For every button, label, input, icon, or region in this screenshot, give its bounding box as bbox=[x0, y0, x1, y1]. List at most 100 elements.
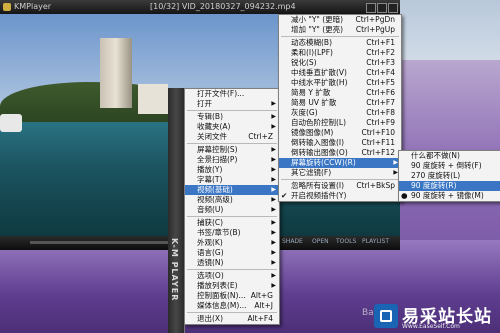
menu-item-open[interactable]: 打开 ▶ bbox=[185, 99, 279, 109]
menu-item-do-nothing[interactable]: 什么都不做(N) bbox=[399, 151, 500, 161]
menu-item-label: 播放列表(E) bbox=[197, 281, 238, 290]
banner-text: K-M PLAYER bbox=[170, 238, 179, 302]
menu-item-mirror[interactable]: 镜像图像(M) Ctrl+F10 bbox=[279, 128, 401, 138]
submenu-arrow-icon: ▶ bbox=[271, 249, 276, 256]
menu-item-rotate-90-flip[interactable]: 90 度旋转 + 倒转(F) bbox=[399, 161, 500, 171]
context-menu: 打开文件(F)... 打开 ▶ 专辑(B) ▶ 收藏夹(A) ▶ 关闭文件 Ctrl+Z… bbox=[184, 88, 280, 325]
playlist-button[interactable]: PLAYLIST bbox=[362, 238, 389, 245]
menu-item-audio[interactable]: 音频(U) ▶ bbox=[185, 205, 279, 215]
menu-item-playlist[interactable]: 播放列表(E) ▶ bbox=[185, 281, 279, 291]
menu-item-motion-blur[interactable]: 动态模糊(B) Ctrl+F1 bbox=[279, 38, 401, 48]
menu-item-label: 播放(Y) bbox=[197, 165, 223, 174]
menu-item-simple-uv-spread[interactable]: 简易 UV 扩散 Ctrl+F7 bbox=[279, 98, 401, 108]
menu-item-auto-levels[interactable]: 自动色阶控制(L) Ctrl+F9 bbox=[279, 118, 401, 128]
submenu-arrow-icon: ▶ bbox=[271, 219, 276, 226]
menu-item-label: 专辑(B) bbox=[197, 112, 223, 121]
menu-item-simple-y-spread[interactable]: 简易 Y 扩散 Ctrl+F6 bbox=[279, 88, 401, 98]
menu-item-label: 中线垂直扩散(V) bbox=[291, 68, 347, 77]
site-watermark: 易采站长站 Www.EaseSelf.Com bbox=[374, 300, 500, 333]
menu-item-vertical-spread[interactable]: 中线垂直扩散(V) Ctrl+F4 bbox=[279, 68, 401, 78]
menu-item-label: 外观(K) bbox=[197, 238, 223, 247]
menu-item-subtitles[interactable]: 字幕(T) ▶ bbox=[185, 175, 279, 185]
menu-item-soften[interactable]: 柔和(I)(LPF) Ctrl+F2 bbox=[279, 48, 401, 58]
close-icon[interactable] bbox=[388, 3, 398, 13]
menu-item-rotate-270[interactable]: 270 度旋转(L) bbox=[399, 171, 500, 181]
video-basic-submenu: 减小 "Y" (更暗) Ctrl+PgDn 增加 "Y" (更亮) Ctrl+PgU… bbox=[278, 14, 402, 202]
maximize-icon[interactable] bbox=[377, 3, 387, 13]
menu-item-screen-rotation[interactable]: 屏幕旋转(CCW)(R) ▶ bbox=[279, 158, 401, 168]
menu-item-options[interactable]: 选项(O) ▶ bbox=[185, 271, 279, 281]
menu-item-shortcut: Ctrl+F4 bbox=[366, 68, 395, 77]
checkmark-icon: ✔ bbox=[281, 191, 288, 200]
shade-button[interactable]: SHADE bbox=[282, 238, 303, 245]
menu-item-shortcut: Alt+J bbox=[254, 301, 273, 310]
menu-item-label: 忽略所有设置(I) bbox=[291, 181, 345, 190]
menu-item-label: 关闭文件 bbox=[197, 132, 227, 141]
menu-item-grayscale[interactable]: 灰度(G) Ctrl+F8 bbox=[279, 108, 401, 118]
menu-item-label: 视频(基础) bbox=[197, 185, 233, 194]
menu-item-ignore-settings[interactable]: 忽略所有设置(I) Ctrl+BkSp bbox=[279, 181, 401, 191]
menu-item-label: 选项(O) bbox=[197, 271, 224, 280]
menu-item-label: 柔和(I)(LPF) bbox=[291, 48, 333, 57]
title-bar[interactable]: KMPlayer [10/32] VID_20180327_094232.mp4 bbox=[0, 0, 400, 14]
submenu-arrow-icon: ▶ bbox=[271, 146, 276, 153]
menu-item-label: 锐化(S) bbox=[291, 58, 317, 67]
menu-item-label: 退出(X) bbox=[197, 314, 223, 323]
menu-item-shortcut: Alt+F4 bbox=[247, 314, 273, 323]
menu-item-label: 屏幕控制(S) bbox=[197, 145, 238, 154]
menu-item-shortcut: Ctrl+F9 bbox=[366, 118, 395, 127]
menu-item-lens[interactable]: 透镜(N) ▶ bbox=[185, 258, 279, 268]
menu-item-exit[interactable]: 退出(X) Alt+F4 bbox=[185, 314, 279, 324]
menu-item-decrease-y[interactable]: 减小 "Y" (更暗) Ctrl+PgDn bbox=[279, 15, 401, 25]
submenu-arrow-icon: ▶ bbox=[271, 166, 276, 173]
menu-item-label: 媒体信息(M)... bbox=[197, 301, 247, 310]
menu-item-control-panel[interactable]: 控制面板(N)... Alt+G bbox=[185, 291, 279, 301]
menu-item-video-basic[interactable]: 视频(基础) ▶ bbox=[185, 185, 279, 195]
menu-item-skin[interactable]: 外观(K) ▶ bbox=[185, 238, 279, 248]
menu-item-label: 270 度旋转(L) bbox=[411, 171, 461, 180]
menu-item-label: 动态模糊(B) bbox=[291, 38, 332, 47]
menu-item-rotate-90-mirror[interactable]: ● 90 度旋转 + 镜像(M) bbox=[399, 191, 500, 201]
menu-item-label: 音频(U) bbox=[197, 205, 224, 214]
submenu-arrow-icon: ▶ bbox=[271, 196, 276, 203]
menu-item-label: 增加 "Y" (更亮) bbox=[291, 25, 344, 34]
menu-item-label: 倒转输入图像(I) bbox=[291, 138, 345, 147]
menu-item-rotate-90[interactable]: 90 度旋转(R) bbox=[399, 181, 500, 191]
menu-item-horizontal-spread[interactable]: 中线水平扩散(H) Ctrl+F5 bbox=[279, 78, 401, 88]
menu-item-close-file[interactable]: 关闭文件 Ctrl+Z bbox=[185, 132, 279, 142]
menu-item-label: 打开文件(F)... bbox=[197, 89, 245, 98]
menu-item-shortcut: Ctrl+F1 bbox=[366, 38, 395, 47]
menu-item-media-info[interactable]: 媒体信息(M)... Alt+J bbox=[185, 301, 279, 311]
menu-item-playback[interactable]: 播放(Y) ▶ bbox=[185, 165, 279, 175]
menu-separator bbox=[187, 216, 277, 217]
menu-item-label: 灰度(G) bbox=[291, 108, 318, 117]
menu-item-label: 语言(G) bbox=[197, 248, 224, 257]
menu-item-label: 90 度旋转 + 倒转(F) bbox=[411, 161, 482, 170]
menu-item-album[interactable]: 专辑(B) ▶ bbox=[185, 112, 279, 122]
menu-item-label: 打开 bbox=[197, 99, 212, 108]
menu-item-flip-output[interactable]: 倒转输出图像(O) Ctrl+F12 bbox=[279, 148, 401, 158]
menu-item-increase-y[interactable]: 增加 "Y" (更亮) Ctrl+PgUp bbox=[279, 25, 401, 35]
kmplayer-logo-icon bbox=[3, 3, 11, 11]
menu-item-screen-control[interactable]: 屏幕控制(S) ▶ bbox=[185, 145, 279, 155]
menu-separator bbox=[187, 269, 277, 270]
menu-item-language[interactable]: 语言(G) ▶ bbox=[185, 248, 279, 258]
menu-item-enable-video-plugin[interactable]: ✔ 开启视频插件(Y) bbox=[279, 191, 401, 201]
minimize-icon[interactable] bbox=[366, 3, 376, 13]
menu-item-capture[interactable]: 捕获(C) ▶ bbox=[185, 218, 279, 228]
rotation-submenu: 什么都不做(N) 90 度旋转 + 倒转(F) 270 度旋转(L) 90 度旋… bbox=[398, 150, 500, 202]
menu-item-flip-input[interactable]: 倒转输入图像(I) Ctrl+F11 bbox=[279, 138, 401, 148]
menu-item-shortcut: Ctrl+F3 bbox=[366, 58, 395, 67]
menu-item-video-advanced[interactable]: 视频(高级) ▶ bbox=[185, 195, 279, 205]
menu-item-pan-scan[interactable]: 全景扫描(P) ▶ bbox=[185, 155, 279, 165]
radio-dot-icon: ● bbox=[401, 191, 408, 200]
open-button[interactable]: OPEN bbox=[312, 238, 329, 245]
menu-item-open-file[interactable]: 打开文件(F)... bbox=[185, 89, 279, 99]
tools-button[interactable]: TOOLS bbox=[336, 238, 356, 245]
menu-item-shortcut: Ctrl+F12 bbox=[361, 148, 396, 157]
menu-item-favorites[interactable]: 收藏夹(A) ▶ bbox=[185, 122, 279, 132]
menu-item-bookmarks[interactable]: 书签/章节(B) ▶ bbox=[185, 228, 279, 238]
menu-item-other-filters[interactable]: 其它滤镜(F) ▶ bbox=[279, 168, 401, 178]
menu-item-sharpen[interactable]: 锐化(S) Ctrl+F3 bbox=[279, 58, 401, 68]
menu-item-shortcut: Alt+G bbox=[250, 291, 273, 300]
